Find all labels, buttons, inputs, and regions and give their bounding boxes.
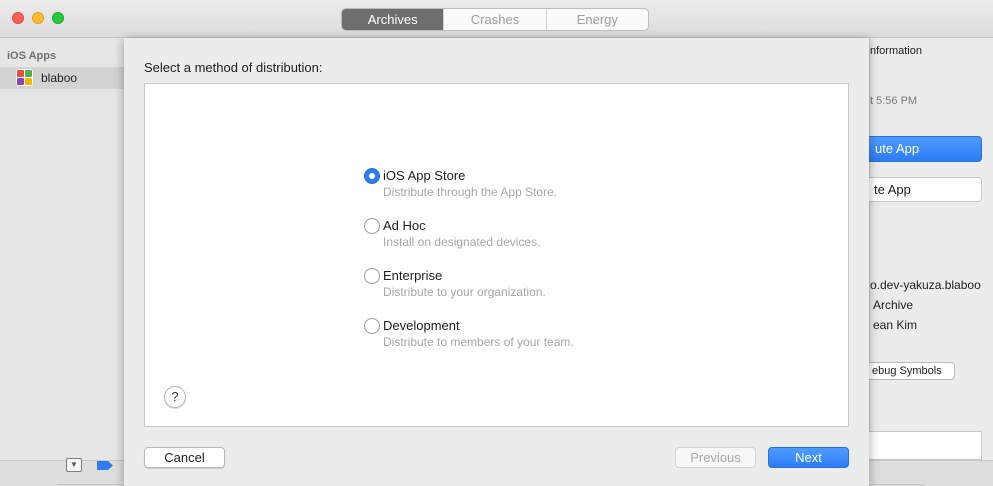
option-description: Install on designated devices. <box>383 235 541 249</box>
close-window-button[interactable] <box>12 12 24 24</box>
radio-button[interactable] <box>364 318 380 334</box>
previous-button[interactable]: Previous <box>675 447 756 468</box>
organizer-tab-control: Archives Crashes Energy <box>341 8 649 31</box>
radio-button[interactable] <box>364 168 380 184</box>
tag-icon[interactable] <box>97 461 113 470</box>
next-button[interactable]: Next <box>768 447 849 468</box>
tab-energy[interactable]: Energy <box>545 9 648 30</box>
radio-button[interactable] <box>364 268 380 284</box>
filter-dropdown-icon[interactable]: ▼ <box>66 458 82 472</box>
app-icon <box>16 69 33 86</box>
option-label: Ad Hoc <box>383 218 426 233</box>
distribute-app-button[interactable]: ute App <box>860 136 982 162</box>
tab-crashes[interactable]: Crashes <box>443 9 545 30</box>
download-debug-symbols-button[interactable]: ebug Symbols <box>860 362 955 380</box>
zoom-window-button[interactable] <box>52 12 64 24</box>
option-description: Distribute to members of your team. <box>383 335 574 349</box>
option-description: Distribute to your organization. <box>383 285 546 299</box>
info-heading: nformation <box>870 45 922 57</box>
option-label: Enterprise <box>383 268 443 283</box>
radio-button[interactable] <box>364 218 380 234</box>
sidebar-section-header: iOS Apps <box>7 50 57 62</box>
sheet-title: Select a method of distribution: <box>144 60 323 75</box>
sidebar-item-label: blaboo <box>41 71 78 85</box>
archive-info-panel: nformation t 5:56 PM ute App te App o.de… <box>860 38 993 460</box>
cancel-button[interactable]: Cancel <box>144 447 225 468</box>
option-description: Distribute through the App Store. <box>383 185 558 199</box>
option-label: iOS App Store <box>383 168 466 183</box>
help-button[interactable]: ? <box>164 386 186 408</box>
sidebar-item-blaboo[interactable]: blaboo <box>0 67 124 89</box>
bundle-identifier: o.dev-yakuza.blaboo <box>870 278 981 292</box>
distribution-sheet: Select a method of distribution: iOS App… <box>124 38 869 486</box>
comment-field[interactable] <box>860 431 982 460</box>
option-label: Development <box>383 318 460 333</box>
distribution-options: iOS App Store Distribute through the App… <box>144 83 849 427</box>
sidebar: iOS Apps blaboo <box>0 38 124 460</box>
tab-archives[interactable]: Archives <box>342 9 444 30</box>
archive-creator: ean Kim <box>873 318 918 332</box>
archive-time: t 5:56 PM <box>870 95 918 107</box>
minimize-window-button[interactable] <box>32 12 44 24</box>
validate-app-button[interactable]: te App <box>860 177 982 202</box>
window-titlebar: Archives Crashes Energy <box>0 0 993 38</box>
archive-type: Archive <box>873 298 914 312</box>
